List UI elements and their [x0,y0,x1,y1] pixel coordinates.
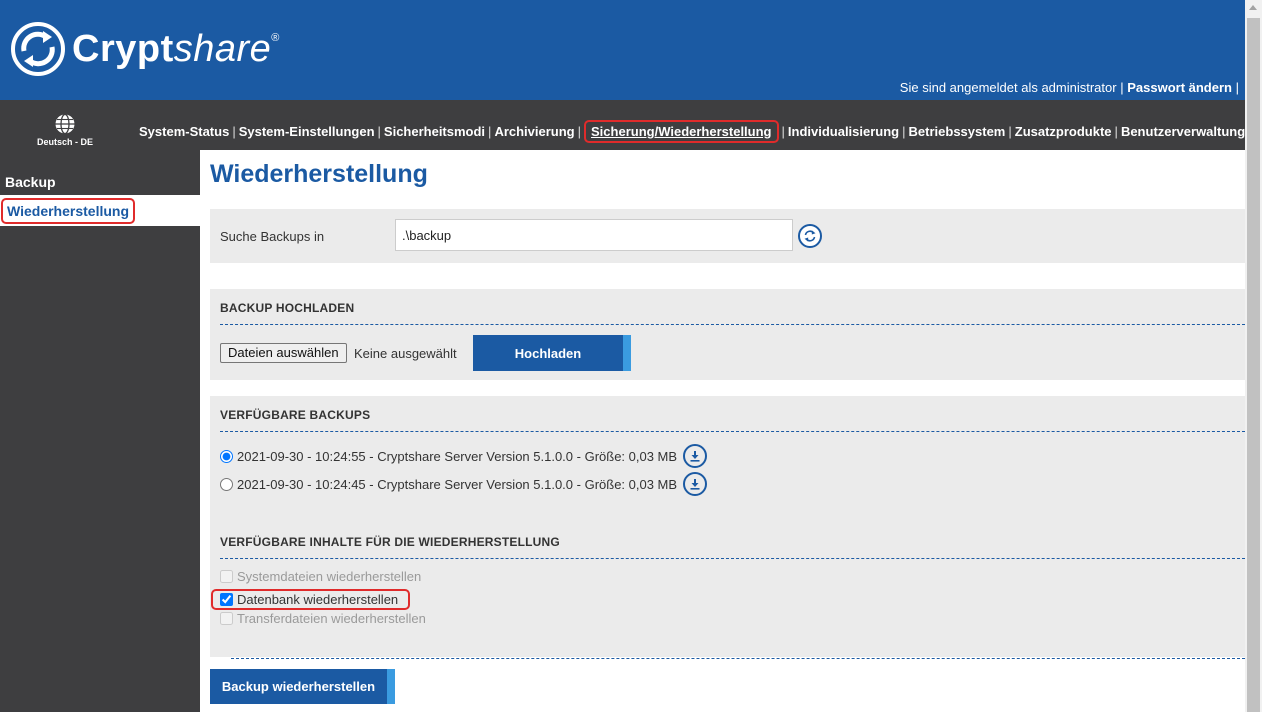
vertical-scrollbar[interactable] [1245,0,1262,712]
sidebar-section-backup[interactable]: Backup [5,174,56,190]
cryptshare-logo-icon [11,22,65,76]
nav-item-addons[interactable]: Zusatzprodukte [1015,124,1112,139]
refresh-button[interactable] [798,224,822,248]
nav-separator: | [781,124,785,139]
backup-entry-text: 2021-09-30 - 10:24:45 - Cryptshare Serve… [237,476,678,492]
divider [220,558,1245,559]
database-option-highlight: Datenbank wiederherstellen [211,589,411,610]
restore-option-system-files: Systemdateien wiederherstellen [220,569,421,584]
language-label: Deutsch - DE [36,137,93,147]
upload-panel: BACKUP HOCHLADEN Dateien auswählen Keine… [210,289,1245,380]
no-file-selected-text: Keine ausgewählt [354,346,457,361]
backup-entry-text: 2021-09-30 - 10:24:55 - Cryptshare Serve… [237,448,678,464]
change-password-link[interactable]: Passwort ändern [1127,80,1232,95]
download-icon [690,451,700,462]
top-header: Cryptshare® Sie sind angemeldet als admi… [0,0,1245,100]
nav-separator: | [902,124,906,139]
nav-separator: | [488,124,492,139]
download-button[interactable] [683,444,708,468]
restore-options-panel: VERFÜGBARE INHALTE FÜR DIE WIEDERHERSTEL… [210,523,1245,642]
nav-item-archiving[interactable]: Archivierung [494,124,574,139]
restore-option-database: Datenbank wiederherstellen [211,589,411,610]
option-label: Datenbank wiederherstellen [237,592,399,607]
scroll-up-arrow-icon[interactable] [1249,5,1257,10]
backup-path-input[interactable] [395,219,793,251]
nav-separator: | [1008,124,1012,139]
choose-files-button[interactable]: Dateien auswählen [220,343,347,363]
backup-list-item: 2021-09-30 - 10:24:45 - Cryptshare Serve… [220,472,708,496]
nav-separator: | [1114,124,1118,139]
restore-option-transfer-files: Transferdateien wiederherstellen [220,611,426,626]
upload-button[interactable]: Hochladen [473,335,631,371]
cryptshare-logo[interactable]: Cryptshare® [10,18,280,80]
login-status-text: Sie sind angemeldet als administrator [899,80,1117,95]
restore-heading: VERFÜGBARE INHALTE FÜR DIE WIEDERHERSTEL… [220,535,560,549]
nav-item-system-settings[interactable]: System-Einstellungen [239,124,375,139]
sidebar-item-restore[interactable]: Wiederherstellung [0,195,200,226]
nav-item-security-modes[interactable]: Sicherheitsmodi [384,124,485,139]
search-panel: Suche Backups in [210,209,1245,263]
search-label: Suche Backups in [220,229,325,244]
userbar-separator: | [1235,80,1239,95]
language-selector[interactable]: Deutsch - DE [30,113,100,147]
backup-radio-1[interactable] [220,449,233,463]
divider [220,431,1245,432]
backup-list-item: 2021-09-30 - 10:24:55 - Cryptshare Serve… [220,444,708,468]
sidebar-item-label: Wiederherstellung [1,198,136,224]
download-button[interactable] [683,472,708,496]
nav-item-user-management[interactable]: Benutzerverwaltung [1121,124,1245,139]
nav-separator: | [232,124,236,139]
scrollbar-thumb[interactable] [1247,18,1260,712]
userbar-separator: | [1120,80,1124,95]
nav-item-operating-system[interactable]: Betriebssystem [909,124,1006,139]
nav-separator: | [577,124,582,139]
sidebar: Backup Wiederherstellung [0,150,200,712]
globe-icon [55,113,75,135]
nav-item-backup-restore[interactable]: Sicherung/Wiederherstellung [584,120,779,143]
page-title: Wiederherstellung [210,160,428,188]
system-files-checkbox[interactable] [220,570,233,583]
upload-heading: BACKUP HOCHLADEN [220,301,355,315]
database-checkbox[interactable] [220,593,233,606]
refresh-icon [804,230,816,242]
nav-item-customization[interactable]: Individualisierung [788,124,899,139]
option-label: Systemdateien wiederherstellen [237,569,422,584]
nav-item-system-status[interactable]: System-Status [139,124,229,139]
backup-radio-2[interactable] [220,477,233,491]
brand-name: Cryptshare® [72,27,280,70]
divider [231,658,1245,659]
transfer-files-checkbox[interactable] [220,612,233,625]
divider [220,324,1245,325]
download-icon [690,479,700,490]
main-navigation: Deutsch - DE System-Status | System-Einste… [0,100,1245,150]
nav-menu: System-Status | System-Einstellungen | Siche… [139,120,1245,143]
nav-separator: | [377,124,381,139]
option-label: Transferdateien wiederherstellen [237,611,426,626]
backups-heading: VERFÜGBARE BACKUPS [220,408,371,422]
restore-backup-button[interactable]: Backup wiederherstellen [210,669,395,704]
user-status-bar: Sie sind angemeldet als administrator | … [900,80,1239,95]
main-content: Wiederherstellung Suche Backups in BACKU… [200,150,1245,712]
